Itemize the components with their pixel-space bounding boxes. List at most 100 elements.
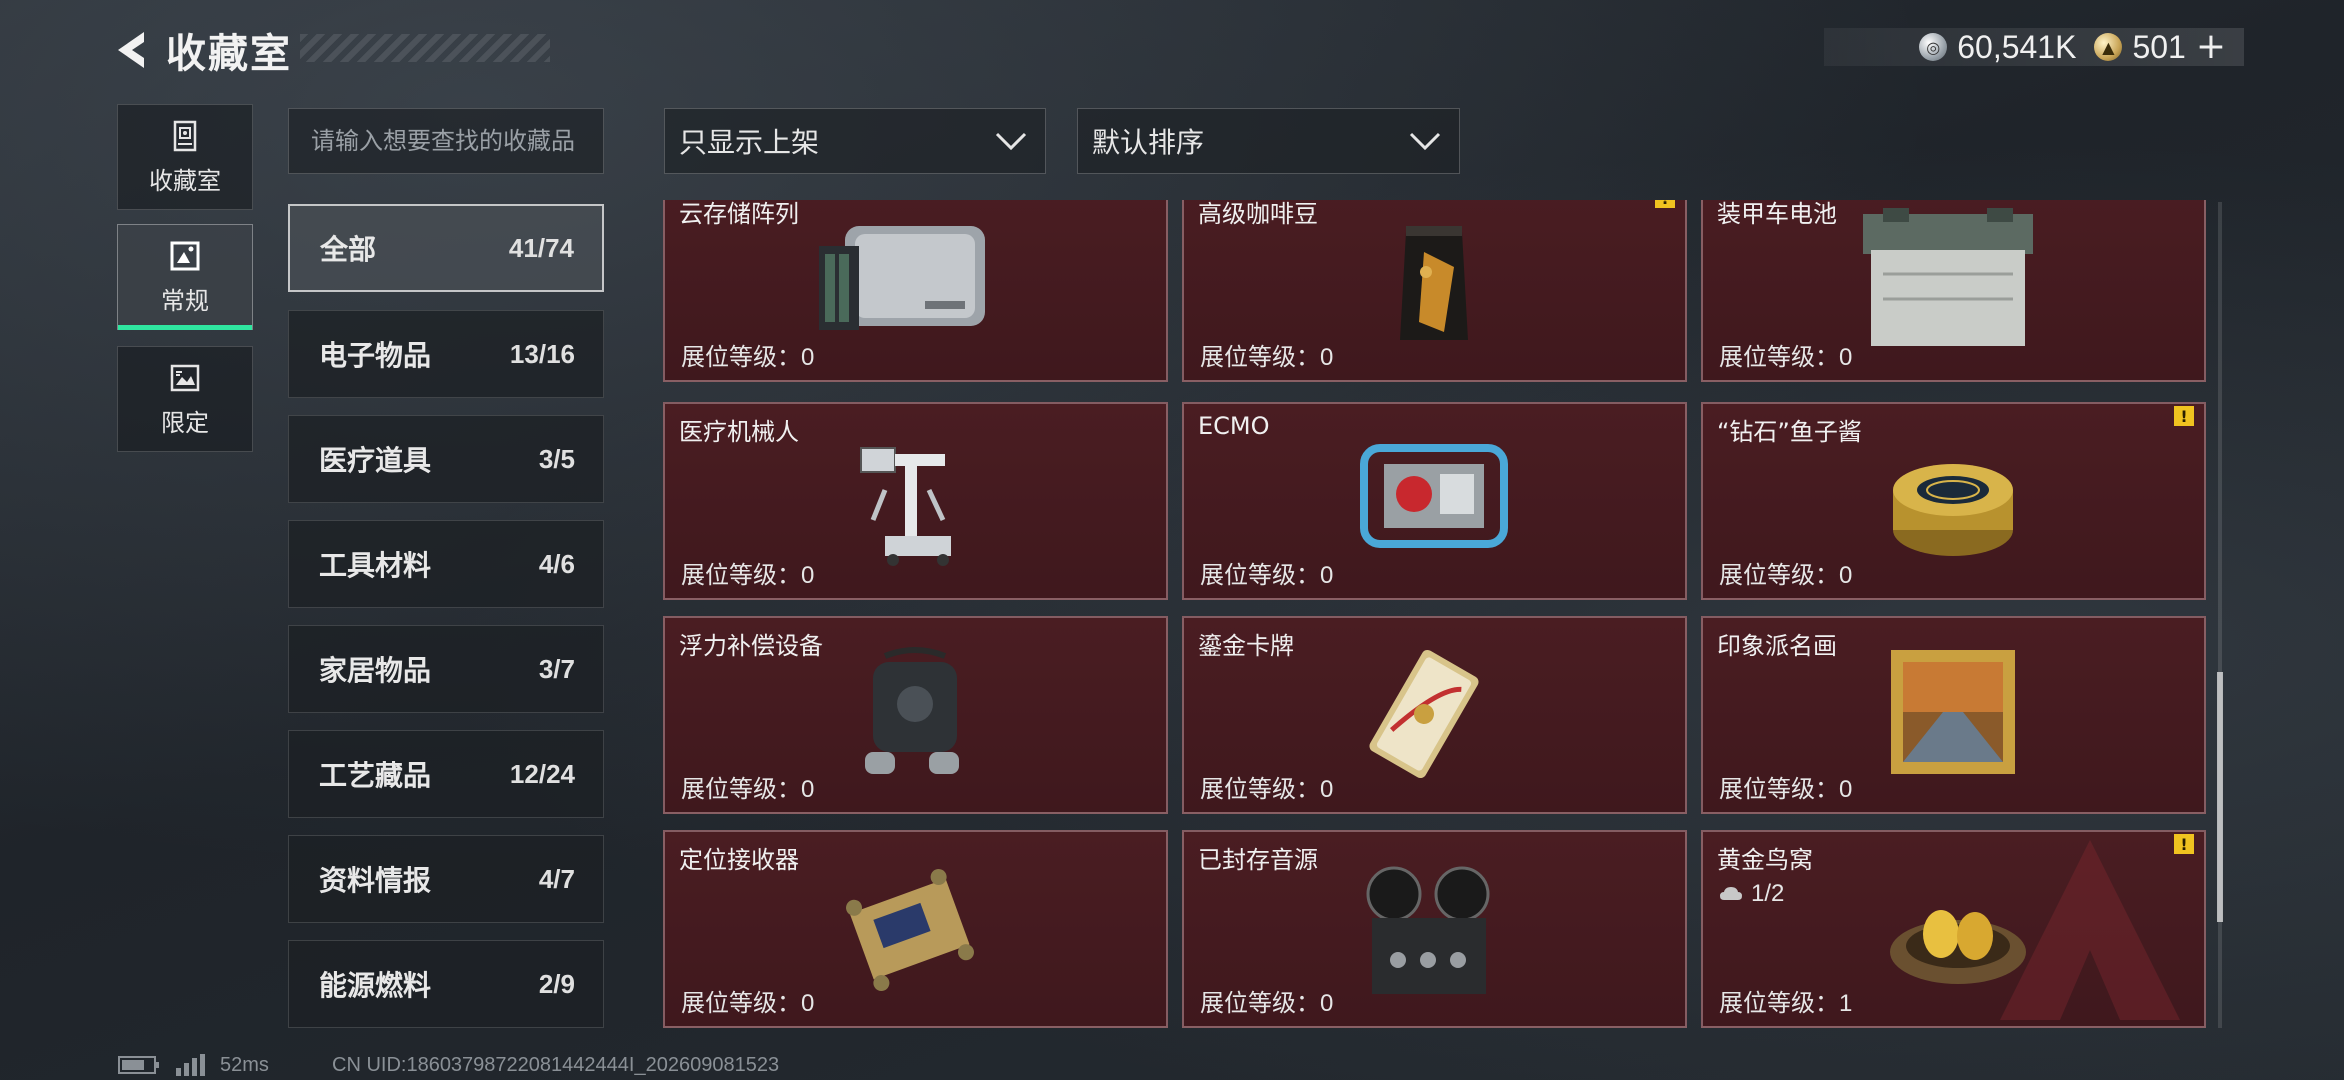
booth-level-value: 1 <box>1839 990 1853 1017</box>
medical-robot-icon <box>860 447 951 566</box>
currency-bar: ◎ 60,541K ▲ 501 + <box>1824 28 2244 66</box>
warning-badge: ! <box>1655 200 1675 208</box>
item-card-diamond-caviar[interactable]: “钻石”鱼子酱 ! 展位等级： 0 <box>1701 402 2206 600</box>
item-card-medical-robot[interactable]: 医疗机械人 展位等级： 0 <box>663 402 1168 600</box>
booth-level-label: 展位等级： <box>681 561 801 589</box>
category-medical[interactable]: 医疗道具 3/5 <box>288 415 604 503</box>
search-input[interactable] <box>288 108 604 174</box>
booth-level-value: 0 <box>801 344 815 371</box>
item-card-buoyancy-device[interactable]: 浮力补偿设备 展位等级： 0 <box>663 616 1168 814</box>
booth-level-label: 展位等级： <box>1200 775 1320 803</box>
item-name: 装甲车电池 <box>1717 200 1837 228</box>
category-intel[interactable]: 资料情报 4/7 <box>288 835 604 923</box>
item-name: 定位接收器 <box>679 846 799 874</box>
side-tab-vault[interactable]: 收藏室 <box>117 104 253 210</box>
category-crafts[interactable]: 工艺藏品 12/24 <box>288 730 604 818</box>
ecmo-machine-icon <box>1360 444 1508 548</box>
category-household[interactable]: 家居物品 3/7 <box>288 625 604 713</box>
sort-dropdown[interactable]: 默认排序 <box>1077 108 1460 174</box>
side-tab-label: 限定 <box>161 408 209 437</box>
booth-level-value: 0 <box>801 562 815 589</box>
battery-status-icon <box>118 1056 159 1074</box>
category-name: 工具材料 <box>319 549 432 582</box>
gps-receiver-icon <box>846 869 974 991</box>
silver-coin-icon: ◎ <box>1919 33 1948 61</box>
item-card-impressionist-painting[interactable]: 印象派名画 展位等级： 0 <box>1701 616 2206 814</box>
framed-painting-icon <box>1891 650 2015 774</box>
category-count: 3/7 <box>538 653 575 684</box>
category-name: 能源燃料 <box>319 969 432 1002</box>
item-name: 黄金鸟窝 <box>1717 846 1813 874</box>
gold-coin-icon: ▲ <box>2094 33 2123 61</box>
back-arrow-icon <box>118 32 144 68</box>
limited-frame-icon <box>170 364 200 391</box>
category-count: 2/9 <box>538 968 575 999</box>
item-name: 云存储阵列 <box>679 200 799 228</box>
display-filter-dropdown[interactable]: 只显示上架 <box>664 108 1046 174</box>
booth-level-label: 展位等级： <box>681 775 801 803</box>
grid-scrollbar-thumb[interactable] <box>2217 672 2223 922</box>
add-currency-button[interactable]: + <box>2196 29 2226 65</box>
vault-icon <box>173 120 197 151</box>
booth-level-value: 0 <box>1320 776 1334 803</box>
booth-level-value: 0 <box>801 776 815 803</box>
item-card-sealed-audio[interactable]: 已封存音源 展位等级： 0 <box>1182 830 1687 1028</box>
side-tab-limited[interactable]: 限定 <box>117 346 253 452</box>
booth-level-value: 0 <box>1320 562 1334 589</box>
category-all[interactable]: 全部 41/74 <box>288 204 604 292</box>
status-footer: 52ms <box>118 1052 269 1078</box>
coffee-bag-icon <box>1400 226 1468 340</box>
booth-level-label: 展位等级： <box>1200 561 1320 589</box>
booth-level-value: 0 <box>1839 562 1853 589</box>
game-logo-watermark <box>2000 840 2180 1020</box>
category-count: 41/74 <box>508 232 574 263</box>
category-count: 13/16 <box>509 338 575 369</box>
collection-progress: 1/2 <box>1719 880 1784 908</box>
cloud-icon <box>1720 887 1742 900</box>
item-card-ecmo[interactable]: ECMO 展位等级： 0 <box>1182 402 1687 600</box>
category-name: 工艺藏品 <box>319 759 432 792</box>
booth-level-value: 0 <box>1839 776 1853 803</box>
category-count: 4/7 <box>538 863 575 894</box>
item-card-armored-battery[interactable]: 装甲车电池 展位等级： 0 <box>1701 200 2206 382</box>
side-tab-label: 收藏室 <box>149 166 221 195</box>
display-filter-label: 只显示上架 <box>679 126 820 159</box>
caviar-tin-icon <box>1893 464 2013 556</box>
category-fuel[interactable]: 能源燃料 2/9 <box>288 940 604 1028</box>
item-card-gps-receiver[interactable]: 定位接收器 展位等级： 0 <box>663 830 1168 1028</box>
category-count: 4/6 <box>538 548 575 579</box>
back-button[interactable]: 收藏室 <box>110 20 292 80</box>
silver-amount: 60,541K <box>1957 28 2077 65</box>
category-name: 医疗道具 <box>319 444 432 477</box>
side-tab-regular[interactable]: 常规 <box>117 224 253 330</box>
signal-icon <box>176 1054 205 1076</box>
page-title: 收藏室 <box>166 31 292 77</box>
booth-level-label: 展位等级： <box>681 343 801 371</box>
silver-currency: ◎ 60,541K <box>1919 29 2076 66</box>
item-name: 已封存音源 <box>1198 846 1318 874</box>
chevron-down-icon <box>1409 132 1441 151</box>
warning-badge: ! <box>2174 406 2194 426</box>
booth-level-label: 展位等级： <box>1719 989 1839 1017</box>
collection-grid[interactable]: 云存储阵列 展位等级： 0 高级咖啡豆 ! 展位等级： 0 装甲车电池 <box>660 200 2206 1030</box>
gilded-card-icon <box>1369 649 1479 779</box>
booth-level-label: 展位等级： <box>1200 989 1320 1017</box>
item-card-cloud-storage[interactable]: 云存储阵列 展位等级： 0 <box>663 200 1168 382</box>
buoyancy-device-icon <box>865 647 959 774</box>
category-tools[interactable]: 工具材料 4/6 <box>288 520 604 608</box>
progress-text: 1/2 <box>1751 880 1785 907</box>
user-uid: CN UID:18603798722081442444I_20260908152… <box>332 1054 780 1076</box>
category-name: 电子物品 <box>319 339 432 372</box>
item-card-coffee-beans[interactable]: 高级咖啡豆 ! 展位等级： 0 <box>1182 200 1687 382</box>
booth-level-value: 0 <box>1320 344 1334 371</box>
item-name: 浮力补偿设备 <box>679 632 823 660</box>
sort-label: 默认排序 <box>1092 126 1205 159</box>
reel-recorder-icon <box>1366 866 1490 994</box>
booth-level-value: 0 <box>1320 990 1334 1017</box>
item-card-gilded-card[interactable]: 鎏金卡牌 展位等级： 0 <box>1182 616 1687 814</box>
battery-icon <box>1863 208 2033 346</box>
picture-frame-icon <box>170 241 200 270</box>
category-count: 12/24 <box>509 758 575 789</box>
category-electronics[interactable]: 电子物品 13/16 <box>288 310 604 398</box>
category-name: 资料情报 <box>319 864 432 897</box>
